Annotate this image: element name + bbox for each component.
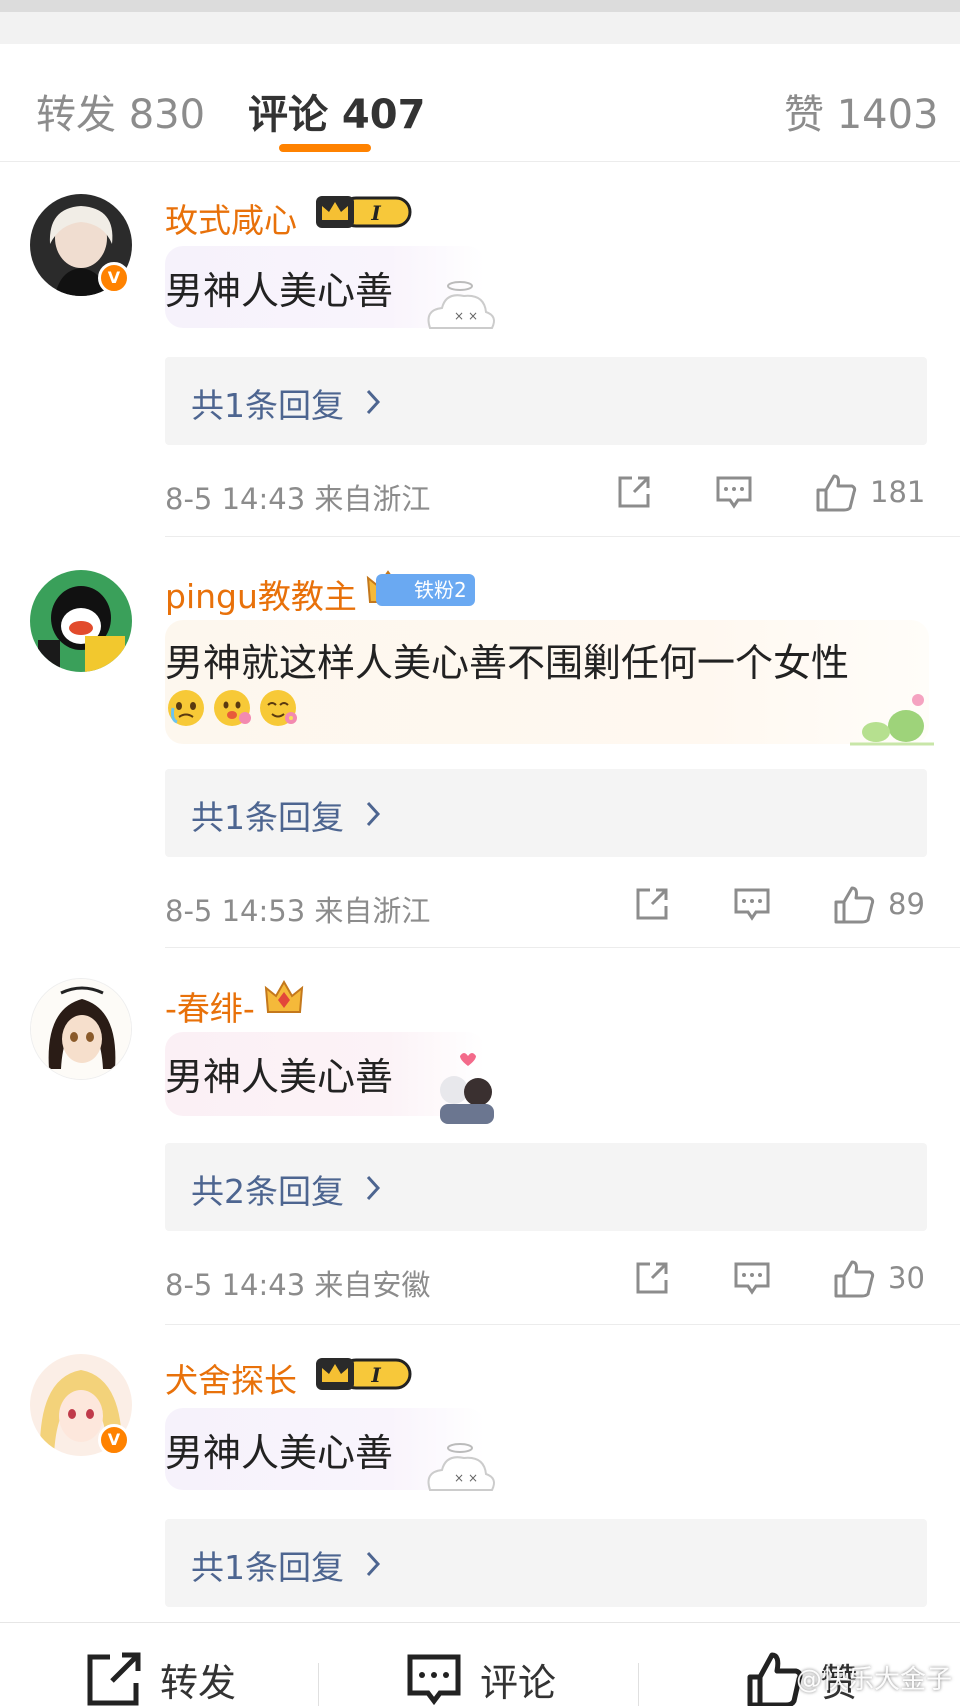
share-button[interactable] (632, 884, 672, 924)
svg-text:I: I (370, 1363, 381, 1387)
share-icon (636, 888, 668, 920)
reply-count-link[interactable]: 共1条回复 (191, 1541, 344, 1589)
crying-emoji-icon (168, 690, 204, 726)
plant-sticker-icon (850, 694, 934, 746)
comment-text: 男神人美心善 (165, 1431, 394, 1475)
svg-text:I: I (370, 201, 381, 225)
comment-label: 评论 (480, 1660, 557, 1705)
reply-count-link[interactable]: 共1条回复 (191, 379, 344, 427)
divider (165, 536, 960, 537)
repost-button[interactable]: 转发 (84, 1649, 236, 1706)
like-count: 30 (888, 1261, 925, 1295)
divider (165, 1324, 960, 1325)
svg-text:×: × (468, 309, 478, 323)
divider (318, 1663, 319, 1706)
couple-sticker-icon (440, 1053, 494, 1124)
like-button[interactable]: 89 (832, 882, 925, 926)
username[interactable]: 玫式咸心 (165, 194, 297, 242)
verified-icon: V (98, 262, 130, 294)
tab-comments[interactable]: 评论 407 (248, 82, 425, 140)
fan-badge: 铁粉2 (376, 574, 475, 606)
comment-meta: 8-5 14:53 来自浙江 (165, 894, 431, 928)
comment-item: V 犬舍探长 I 男神人美心善 × × 共1条回复 (0, 1350, 960, 1614)
share-icon (636, 1262, 668, 1294)
comment-item: -春绯- 男神人美心善 共2条回复 8-5 14:43 来自安徽 30 (0, 978, 960, 1326)
share-icon (618, 476, 650, 508)
comment-meta: 8-5 14:43 来自安徽 (165, 1268, 431, 1302)
svg-text:×: × (454, 309, 464, 323)
comment-text: 男神人美心善 (165, 269, 394, 313)
repost-icon (87, 1652, 141, 1706)
emoji-row (165, 686, 299, 728)
reply-button[interactable] (732, 884, 772, 924)
chevron-right-icon (366, 1175, 381, 1201)
thumbs-up-icon (834, 886, 875, 924)
comment-text: 男神人美心善 (165, 1055, 394, 1099)
tab-repost[interactable]: 转发 830 (36, 82, 205, 140)
comment-button[interactable]: 评论 (404, 1649, 556, 1706)
username[interactable]: -春绯- (165, 982, 255, 1030)
comment-meta: 8-5 14:43 来自浙江 (165, 482, 431, 516)
chevron-right-icon (366, 389, 381, 415)
svg-text:×: × (454, 1471, 464, 1485)
tab-likes[interactable]: 赞 1403 (784, 82, 939, 140)
bottom-action-bar: 转发 评论 赞 @快乐大金子 (0, 1622, 960, 1706)
share-button[interactable] (614, 472, 654, 512)
reply-count-link[interactable]: 共2条回复 (191, 1165, 344, 1213)
ghost-sticker-icon: × × (427, 1443, 495, 1491)
like-button[interactable]: 30 (832, 1256, 925, 1300)
like-count: 181 (870, 475, 926, 509)
comment-icon (407, 1654, 461, 1706)
like-count: 89 (888, 887, 925, 921)
comment-icon (716, 476, 752, 509)
share-button[interactable] (632, 1258, 672, 1298)
watermark: @快乐大金子 (795, 1665, 952, 1695)
reply-count-link[interactable]: 共1条回复 (191, 791, 344, 839)
flower-emoji-icon (214, 690, 251, 726)
comment-item: V 玫式咸心 I 男神人美心善 × × 共1条回复 8-5 14:43 来自浙江… (0, 190, 960, 538)
chevron-right-icon (366, 801, 381, 827)
reply-summary[interactable]: 共1条回复 (165, 1519, 927, 1607)
like-button[interactable]: 181 (814, 470, 925, 514)
active-tab-indicator (279, 144, 371, 152)
tab-bar: 转发 830 评论 407 赞 1403 (0, 44, 960, 162)
ghost-sticker-icon: × × (427, 281, 495, 329)
reply-summary[interactable]: 共1条回复 (165, 769, 927, 857)
status-strip (0, 0, 960, 44)
reply-button[interactable] (714, 472, 754, 512)
comment-text: 男神就这样人美心善不围剿任何一个女性 (165, 641, 850, 685)
comment-item: pingu教教主 铁粉2 男神就这样人美心善不围剿任何一个女性 共1条回复 8-… (0, 566, 960, 948)
comment-icon (734, 888, 770, 921)
flower-emoji-icon (260, 690, 297, 726)
avatar[interactable] (30, 978, 132, 1080)
repost-label: 转发 (160, 1660, 237, 1705)
vip-crown-icon: I (316, 1358, 412, 1390)
crown-icon (264, 979, 304, 1013)
verified-icon: V (98, 1424, 130, 1456)
divider (638, 1663, 639, 1706)
reply-summary[interactable]: 共1条回复 (165, 357, 927, 445)
avatar[interactable] (30, 570, 132, 672)
thumbs-up-icon (834, 1260, 875, 1298)
vip-crown-icon: I (316, 196, 412, 228)
reply-button[interactable] (732, 1258, 772, 1298)
username[interactable]: 犬舍探长 (165, 1354, 297, 1402)
username[interactable]: pingu教教主 (165, 570, 357, 618)
chevron-right-icon (366, 1551, 381, 1577)
divider (165, 947, 960, 948)
thumbs-up-icon (816, 474, 857, 512)
comment-icon (734, 1262, 770, 1295)
svg-text:×: × (468, 1471, 478, 1485)
reply-summary[interactable]: 共2条回复 (165, 1143, 927, 1231)
